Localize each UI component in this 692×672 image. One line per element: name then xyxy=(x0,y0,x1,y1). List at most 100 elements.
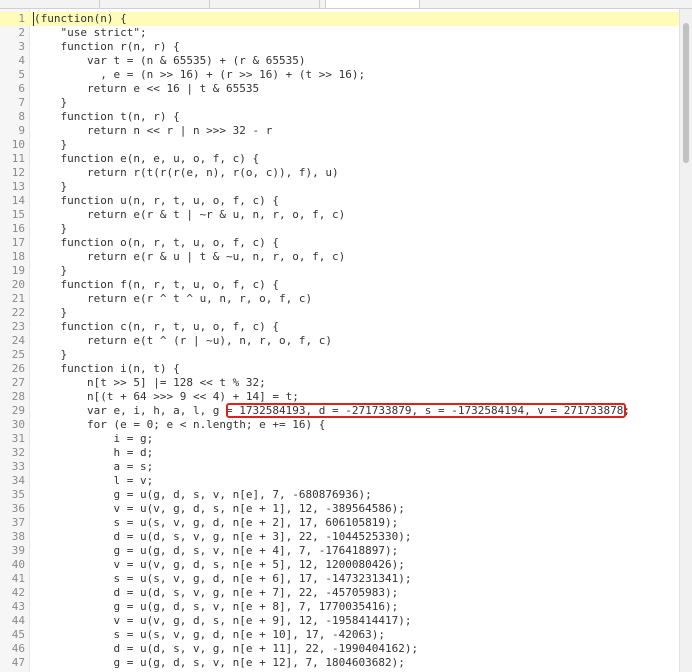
code-line[interactable]: 45 s = u(s, v, g, d, n[e + 10], 17, -420… xyxy=(0,628,680,642)
code-line[interactable]: 23 function c(n, r, t, u, o, f, c) { xyxy=(0,320,680,334)
code-line[interactable]: 38 d = u(d, s, v, g, n[e + 3], 22, -1044… xyxy=(0,530,680,544)
code-line[interactable]: 46 d = u(d, s, v, g, n[e + 11], 22, -199… xyxy=(0,642,680,656)
line-number: 10 xyxy=(11,138,25,151)
code-line[interactable]: 32 h = d; xyxy=(0,446,680,460)
code-line[interactable]: 14 function u(n, r, t, u, o, f, c) { xyxy=(0,194,680,208)
code-line[interactable]: 5 , e = (n >> 16) + (r >> 16) + (t >> 16… xyxy=(0,68,680,82)
line-number: 13 xyxy=(11,180,25,193)
code-line[interactable]: 40 v = u(v, g, d, s, n[e + 5], 12, 12000… xyxy=(0,558,680,572)
code-line[interactable]: 28 n[(t + 64 >>> 9 << 4) + 14] = t; xyxy=(0,390,680,404)
code-line[interactable]: 15 return e(r & t | ~r & u, n, r, o, f, … xyxy=(0,208,680,222)
line-number: 14 xyxy=(11,194,25,207)
code-text: g = u(g, d, s, v, n[e + 4], 7, -17641889… xyxy=(34,544,399,557)
line-number: 8 xyxy=(18,110,25,123)
code-text: function t(n, r) { xyxy=(34,110,180,123)
code-text: function e(n, e, u, o, f, c) { xyxy=(34,152,260,165)
scrollbar-thumb[interactable] xyxy=(683,23,689,163)
line-number: 40 xyxy=(11,558,25,571)
code-editor[interactable]: 1 (function(n) {2 "use strict"; 3 function… xyxy=(0,9,680,672)
code-text: return n << r | n >>> 32 - r xyxy=(34,124,273,137)
code-text: n[(t + 64 >>> 9 << 4) + 14] = t; xyxy=(34,390,299,403)
code-text: function u(n, r, t, u, o, f, c) { xyxy=(34,194,280,207)
code-line[interactable]: 31 i = g; xyxy=(0,432,680,446)
line-number: 21 xyxy=(11,292,25,305)
code-text: } xyxy=(34,180,68,193)
code-text: s = u(s, v, g, d, n[e + 10], 17, -42063)… xyxy=(34,628,385,641)
code-text: return e(t ^ (r | ~u), n, r, o, f, c) xyxy=(34,334,333,347)
code-line[interactable]: 35 g = u(g, d, s, v, n[e], 7, -680876936… xyxy=(0,488,680,502)
code-line[interactable]: 17 function o(n, r, t, u, o, f, c) { xyxy=(0,236,680,250)
code-text: } xyxy=(34,222,68,235)
code-text: s = u(s, v, g, d, n[e + 2], 17, 60610581… xyxy=(34,516,399,529)
code-text: g = u(g, d, s, v, n[e + 8], 7, 177003541… xyxy=(34,600,399,613)
code-line[interactable]: 16 } xyxy=(0,222,680,236)
code-line[interactable]: 41 s = u(s, v, g, d, n[e + 6], 17, -1473… xyxy=(0,572,680,586)
code-text: g = u(g, d, s, v, n[e], 7, -680876936); xyxy=(34,488,372,501)
code-line[interactable]: 33 a = s; xyxy=(0,460,680,474)
code-line[interactable]: 29 var e, i, h, a, l, g = 1732584193, d … xyxy=(0,404,680,418)
code-line[interactable]: 19 } xyxy=(0,264,680,278)
code-text: l = v; xyxy=(34,474,154,487)
code-line[interactable]: 4 var t = (n & 65535) + (r & 65535) xyxy=(0,54,680,68)
code-line[interactable]: 24 return e(t ^ (r | ~u), n, r, o, f, c) xyxy=(0,334,680,348)
code-line[interactable]: 25 } xyxy=(0,348,680,362)
code-line[interactable]: 2 "use strict"; xyxy=(0,26,680,40)
line-number: 42 xyxy=(11,586,25,599)
code-line[interactable]: 26 function i(n, t) { xyxy=(0,362,680,376)
line-number: 6 xyxy=(18,82,25,95)
line-number: 9 xyxy=(18,124,25,137)
code-text: g = u(g, d, s, v, n[e + 12], 7, 18046036… xyxy=(34,656,405,669)
line-number: 22 xyxy=(11,306,25,319)
code-line[interactable]: 9 return n << r | n >>> 32 - r xyxy=(0,124,680,138)
code-line[interactable]: 37 s = u(s, v, g, d, n[e + 2], 17, 60610… xyxy=(0,516,680,530)
line-number: 19 xyxy=(11,264,25,277)
line-number: 30 xyxy=(11,418,25,431)
line-number: 45 xyxy=(11,628,25,641)
code-line[interactable]: 12 return r(t(r(r(e, n), r(o, c)), f), u… xyxy=(0,166,680,180)
code-line[interactable]: 21 return e(r ^ t ^ u, n, r, o, f, c) xyxy=(0,292,680,306)
code-line[interactable]: 22 } xyxy=(0,306,680,320)
code-line[interactable]: 43 g = u(g, d, s, v, n[e + 8], 7, 177003… xyxy=(0,600,680,614)
code-line[interactable]: 44 v = u(v, g, d, s, n[e + 9], 12, -1958… xyxy=(0,614,680,628)
file-tab[interactable] xyxy=(0,0,100,8)
code-line[interactable]: 18 return e(r & u | t & ~u, n, r, o, f, … xyxy=(0,250,680,264)
line-number: 39 xyxy=(11,544,25,557)
code-text: v = u(v, g, d, s, n[e + 5], 12, 12000804… xyxy=(34,558,405,571)
code-line[interactable]: 7 } xyxy=(0,96,680,110)
code-line[interactable]: 11 function e(n, e, u, o, f, c) { xyxy=(0,152,680,166)
code-line[interactable]: 20 function f(n, r, t, u, o, f, c) { xyxy=(0,278,680,292)
file-tab[interactable] xyxy=(210,0,320,8)
code-text: d = u(d, s, v, g, n[e + 11], 22, -199040… xyxy=(34,642,419,655)
code-text: function i(n, t) { xyxy=(34,362,180,375)
code-line[interactable]: 34 l = v; xyxy=(0,474,680,488)
code-text: "use strict"; xyxy=(34,26,147,39)
code-line[interactable]: 39 g = u(g, d, s, v, n[e + 4], 7, -17641… xyxy=(0,544,680,558)
code-line-current[interactable]: 1 (function(n) { xyxy=(0,12,680,26)
line-number: 43 xyxy=(11,600,25,613)
code-line[interactable]: 27 n[t >> 5] |= 128 << t % 32; xyxy=(0,376,680,390)
code-line[interactable]: 13 } xyxy=(0,180,680,194)
code-text: } xyxy=(34,96,68,109)
line-number: 31 xyxy=(11,432,25,445)
code-line[interactable]: 30 for (e = 0; e < n.length; e += 16) { xyxy=(0,418,680,432)
code-line[interactable]: 3 function r(n, r) { xyxy=(0,40,680,54)
file-tab[interactable] xyxy=(100,0,210,8)
active-file-tab[interactable] xyxy=(325,0,420,8)
code-text: n[t >> 5] |= 128 << t % 32; xyxy=(34,376,266,389)
line-number: 7 xyxy=(18,96,25,109)
line-number: 41 xyxy=(11,572,25,585)
code-line[interactable]: 6 return e << 16 | t & 65535 xyxy=(0,82,680,96)
code-line[interactable]: 36 v = u(v, g, d, s, n[e + 1], 12, -3895… xyxy=(0,502,680,516)
code-line[interactable]: 10 } xyxy=(0,138,680,152)
code-text: return e(r & t | ~r & u, n, r, o, f, c) xyxy=(34,208,346,221)
code-text: function r(n, r) { xyxy=(34,40,180,53)
vertical-scrollbar[interactable] xyxy=(679,9,692,672)
line-number: 46 xyxy=(11,642,25,655)
code-line[interactable]: 47 g = u(g, d, s, v, n[e + 12], 7, 18046… xyxy=(0,656,680,670)
code-text: return e << 16 | t & 65535 xyxy=(34,82,260,95)
code-line[interactable]: 42 d = u(d, s, v, g, n[e + 7], 22, -4570… xyxy=(0,586,680,600)
line-number: 27 xyxy=(11,376,25,389)
code-line[interactable]: 8 function t(n, r) { xyxy=(0,110,680,124)
line-number: 26 xyxy=(11,362,25,375)
code-text: v = u(v, g, d, s, n[e + 1], 12, -3895645… xyxy=(34,502,405,515)
